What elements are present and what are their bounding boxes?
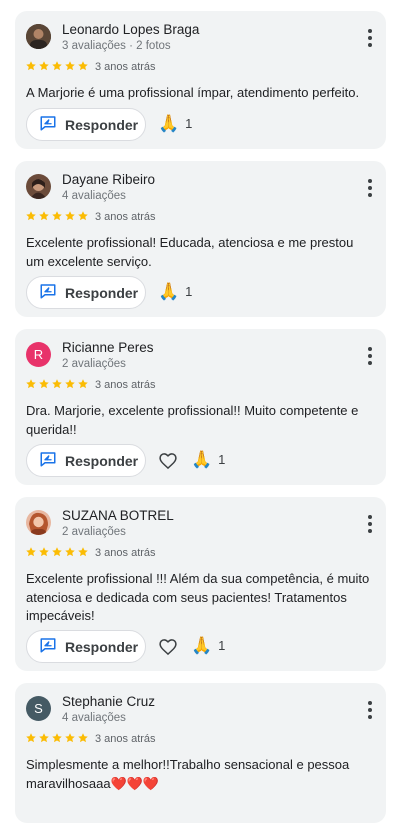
- review-time: 3 anos atrás: [95, 547, 156, 559]
- star-icon: [52, 379, 62, 389]
- star-icon: [39, 733, 49, 743]
- reaction[interactable]: 🙏 1: [191, 637, 225, 654]
- star-icon: [78, 547, 88, 557]
- review-card: Dayane Ribeiro 4 avaliações 3 anos atrás…: [15, 161, 386, 317]
- praying-hands-icon: 🙏: [191, 636, 213, 655]
- reviewer-name[interactable]: SUZANA BOTREL: [62, 508, 174, 523]
- star-icon: [78, 379, 88, 389]
- review-time: 3 anos atrás: [95, 61, 156, 73]
- rating-stars: [25, 546, 89, 558]
- star-icon: [26, 61, 36, 71]
- reply-button[interactable]: Responder: [26, 276, 146, 309]
- review-card: S Stephanie Cruz 4 avaliações 3 anos atr…: [15, 683, 386, 823]
- reply-icon: [39, 450, 57, 471]
- more-options-icon[interactable]: [368, 347, 372, 365]
- review-card: SUZANA BOTREL 2 avaliações 3 anos atrás …: [15, 497, 386, 671]
- avatar-letter: S: [34, 701, 43, 716]
- review-text: Excelente profissional !!! Além da sua c…: [26, 571, 370, 623]
- star-icon: [78, 61, 88, 71]
- review-text: Simplesmente a melhor!!Trabalho sensacio…: [26, 757, 350, 791]
- star-icon: [39, 547, 49, 557]
- star-icon: [26, 379, 36, 389]
- review-time: 3 anos atrás: [95, 379, 156, 391]
- reply-icon: [39, 282, 57, 303]
- reply-label: Responder: [65, 116, 139, 133]
- praying-hands-icon: 🙏: [191, 450, 213, 469]
- reaction-count: 1: [185, 284, 193, 299]
- star-icon: [26, 211, 36, 221]
- reviewer-name[interactable]: Dayane Ribeiro: [62, 172, 155, 187]
- reaction[interactable]: 🙏 1: [158, 283, 192, 300]
- reviewer-meta: 2 avaliações: [62, 526, 126, 538]
- rating-stars: [25, 378, 89, 390]
- avatar-letter: R: [33, 347, 44, 362]
- review-text: Dra. Marjorie, excelente profissional!! …: [26, 403, 359, 437]
- review-time: 3 anos atrás: [95, 733, 156, 745]
- reply-button[interactable]: Responder: [26, 108, 146, 141]
- review-text: Excelente profissional! Educada, atencio…: [26, 235, 354, 269]
- rating-stars: [25, 210, 89, 222]
- reply-button[interactable]: Responder: [26, 444, 146, 477]
- avatar[interactable]: [26, 174, 51, 199]
- heart-icon[interactable]: [158, 451, 178, 471]
- more-options-icon[interactable]: [368, 179, 372, 197]
- reviewer-name[interactable]: Stephanie Cruz: [62, 694, 155, 709]
- star-icon: [26, 733, 36, 743]
- avatar[interactable]: S: [26, 696, 51, 721]
- star-icon: [65, 547, 75, 557]
- reply-label: Responder: [65, 452, 139, 469]
- reviewer-name[interactable]: Leonardo Lopes Braga: [62, 22, 199, 37]
- star-icon: [52, 211, 62, 221]
- reply-label: Responder: [65, 284, 139, 301]
- star-icon: [26, 547, 36, 557]
- reviewer-meta: 2 avaliações: [62, 358, 126, 370]
- star-icon: [65, 211, 75, 221]
- star-icon: [65, 61, 75, 71]
- reviewer-meta: 4 avaliações: [62, 190, 126, 202]
- rating-stars: [25, 732, 89, 744]
- star-icon: [65, 379, 75, 389]
- reaction-count: 1: [218, 638, 226, 653]
- avatar[interactable]: [26, 24, 51, 49]
- heart-icon[interactable]: [158, 637, 178, 657]
- avatar[interactable]: [26, 510, 51, 535]
- star-icon: [78, 733, 88, 743]
- praying-hands-icon: 🙏: [158, 282, 180, 301]
- review-time: 3 anos atrás: [95, 211, 156, 223]
- review-text: A Marjorie é uma profissional ímpar, ate…: [26, 85, 360, 100]
- more-options-icon[interactable]: [368, 29, 372, 47]
- reply-icon: [39, 114, 57, 135]
- review-card: Leonardo Lopes Braga 3 avaliações · 2 fo…: [15, 11, 386, 149]
- reply-label: Responder: [65, 638, 139, 655]
- star-icon: [39, 211, 49, 221]
- review-card: R Ricianne Peres 2 avaliações 3 anos atr…: [15, 329, 386, 485]
- star-icon: [65, 733, 75, 743]
- star-icon: [52, 61, 62, 71]
- star-icon: [52, 547, 62, 557]
- more-options-icon[interactable]: [368, 701, 372, 719]
- reaction-count: 1: [185, 116, 193, 131]
- reviewer-name[interactable]: Ricianne Peres: [62, 340, 154, 355]
- star-icon: [78, 211, 88, 221]
- reaction[interactable]: 🙏 1: [191, 451, 225, 468]
- reaction-count: 1: [218, 452, 226, 467]
- star-icon: [39, 379, 49, 389]
- reviewer-meta: 4 avaliações: [62, 712, 126, 724]
- reply-icon: [39, 636, 57, 657]
- star-icon: [39, 61, 49, 71]
- reviewer-meta: 3 avaliações · 2 fotos: [62, 40, 171, 52]
- star-icon: [52, 733, 62, 743]
- avatar[interactable]: R: [26, 342, 51, 367]
- reaction[interactable]: 🙏 1: [158, 115, 192, 132]
- praying-hands-icon: 🙏: [158, 114, 180, 133]
- reply-button[interactable]: Responder: [26, 630, 146, 663]
- rating-stars: [25, 60, 89, 72]
- more-options-icon[interactable]: [368, 515, 372, 533]
